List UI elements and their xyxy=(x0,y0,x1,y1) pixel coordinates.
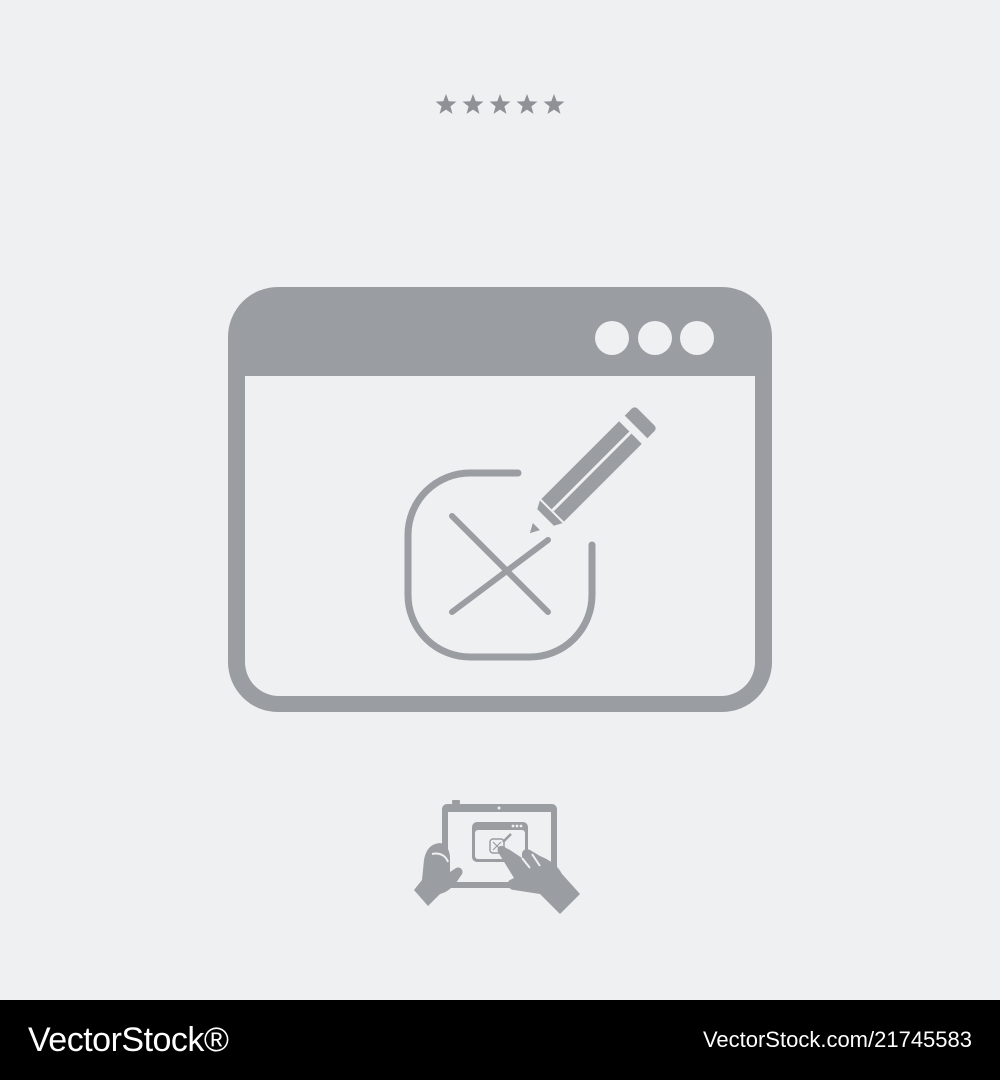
window-dot-icon xyxy=(595,321,629,355)
footer-bar: VectorStock® VectorStock.com/21745583 xyxy=(0,1000,1000,1080)
vectorstock-logo: VectorStock® xyxy=(28,1020,229,1059)
window-dot-icon xyxy=(638,321,672,355)
window-content-area xyxy=(245,376,755,696)
tablet-hands-icon xyxy=(414,800,580,914)
window-dot-icon xyxy=(680,321,714,355)
canvas xyxy=(0,0,1000,1000)
image-id-label: VectorStock.com/21745583 xyxy=(702,1027,972,1052)
